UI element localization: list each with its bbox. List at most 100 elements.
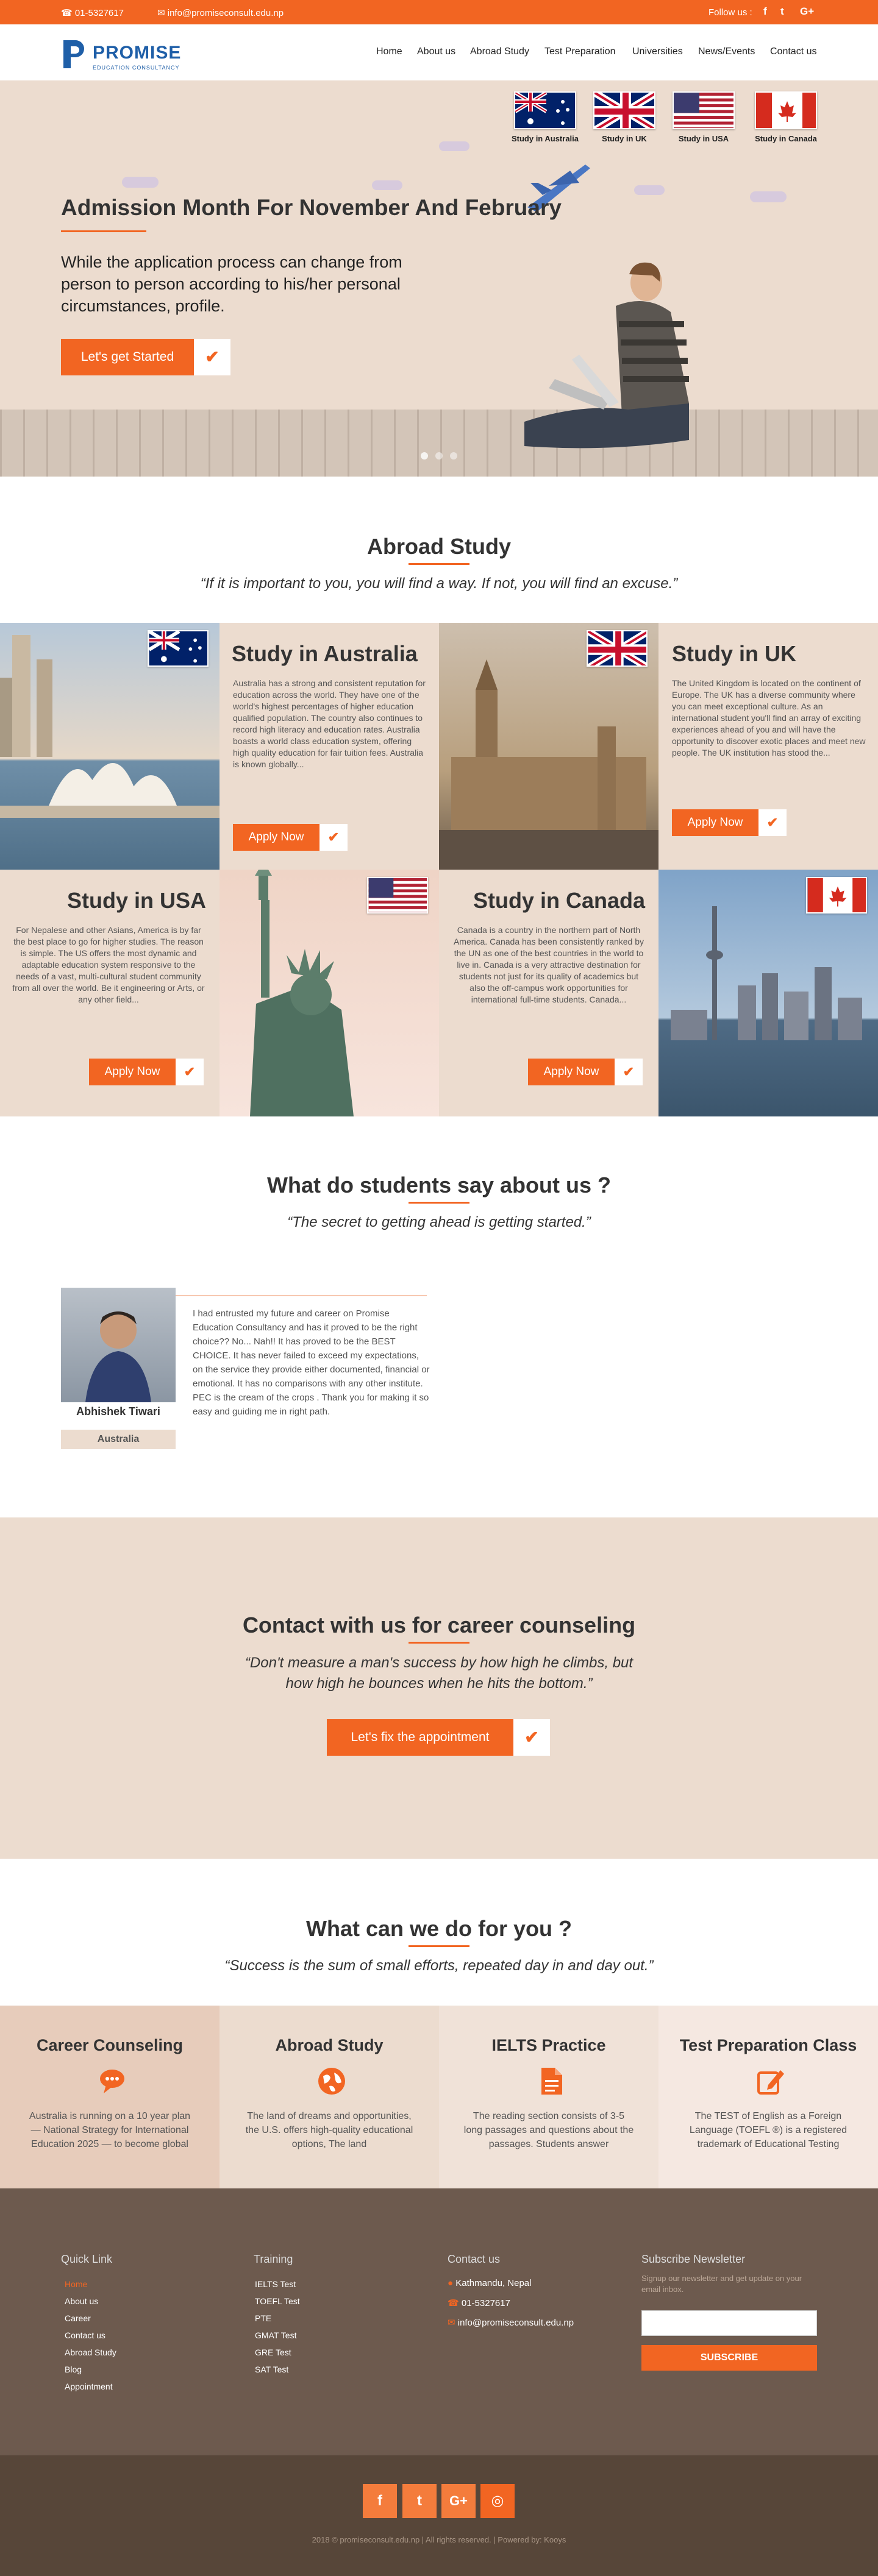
cloud-decoration [634,185,665,195]
service-career-counseling[interactable]: Career Counseling Australia is running o… [0,2006,220,2188]
footer-training-title: Training [254,2253,293,2265]
service-title: Abroad Study [275,2036,384,2054]
phone-icon: ☎ [61,8,75,18]
australia-image [0,623,220,870]
footer-link-contact[interactable]: Contact us [65,2330,105,2340]
uk-flag-icon [587,630,648,667]
footer-link-toefl[interactable]: TOEFL Test [255,2296,300,2306]
title-underline [409,1945,469,1947]
location-icon: ● [448,2278,456,2288]
apply-now-uk-button[interactable]: Apply Now [672,809,758,836]
flag-caption-australia[interactable]: Study in Australia [502,134,588,143]
nav-test-preparation[interactable]: Test Preparation [544,46,616,57]
apply-now-canada-button[interactable]: Apply Now [528,1059,615,1085]
nav-contact[interactable]: Contact us [770,46,816,57]
apply-now-australia-button[interactable]: Apply Now [233,824,319,851]
services-title: What can we do for you ? [305,1916,572,1941]
nav-news-events[interactable]: News/Events [698,46,755,57]
footer-link-ielts[interactable]: IELTS Test [255,2279,296,2289]
australia-flag-icon [148,630,209,667]
check-icon[interactable]: ✔ [758,809,787,836]
footer-contact-title: Contact us [448,2253,501,2265]
googleplus-icon[interactable]: G+ [800,5,814,18]
title-underline [409,1642,469,1644]
slider-dot[interactable] [435,452,443,459]
get-started-button[interactable]: Let's get Started [61,339,194,375]
footer-link-appointment[interactable]: Appointment [65,2382,113,2391]
footer-link-career[interactable]: Career [65,2313,91,2323]
fix-appointment-button[interactable]: Let's fix the appointment [327,1719,513,1756]
canada-flag-icon[interactable] [755,91,817,129]
slider-dot[interactable] [421,452,428,459]
footer-googleplus-icon[interactable]: G+ [441,2484,476,2518]
student-with-laptop-image [524,262,689,449]
footer-link-gmat[interactable]: GMAT Test [255,2330,296,2340]
check-icon[interactable]: ✔ [176,1059,204,1085]
hero-title: Admission Month For November And Februar… [61,195,562,220]
title-underline [409,563,469,565]
footer-newsletter-text: Signup our newsletter and get update on … [641,2274,802,2294]
footer-link-home[interactable]: Home [65,2279,87,2289]
abroad-study-quote: “If it is important to you, you will fin… [200,575,678,592]
cloud-decoration [439,141,469,151]
footer-bottom [0,2455,878,2576]
testimonials-quote: “The secret to getting ahead is getting … [287,1214,591,1230]
footer-link-blog[interactable]: Blog [65,2365,82,2374]
footer-instagram-icon[interactable]: ◎ [480,2484,515,2518]
service-text: Australia is running on a 10 year plan —… [29,2111,191,2149]
twitter-icon[interactable]: t [780,5,784,18]
footer-link-pte[interactable]: PTE [255,2313,271,2323]
facebook-icon[interactable]: f [763,5,767,18]
canada-card-title: Study in Canada [473,888,645,913]
check-icon[interactable]: ✔ [319,824,348,851]
footer-link-sat[interactable]: SAT Test [255,2365,288,2374]
testimonials-title: What do students say about us ? [266,1173,612,1198]
globe-icon [318,2068,345,2095]
footer-email[interactable]: ✉ info@promiseconsult.edu.np [448,2317,574,2328]
service-abroad-study[interactable]: Abroad Study The land of dreams and oppo… [220,2006,439,2188]
service-ielts-practice[interactable]: IELTS Practice The reading section consi… [439,2006,659,2188]
service-test-preparation[interactable]: Test Preparation Class The TEST of Engli… [659,2006,878,2188]
student-avatar [61,1288,176,1402]
phone-contact[interactable]: ☎ 01-5327617 [61,7,124,18]
uk-image [439,623,659,870]
apply-now-usa-button[interactable]: Apply Now [89,1059,176,1085]
flag-caption-uk[interactable]: Study in UK [582,134,667,143]
testimonial-text: I had entrusted my future and career on … [193,1308,430,1417]
student-photo-image [85,1311,151,1402]
footer-newsletter-title: Subscribe Newsletter [641,2253,746,2265]
footer-phone[interactable]: ☎ 01-5327617 [448,2297,510,2308]
usa-card-text: For Nepalese and other Asians, America i… [12,925,205,1004]
nav-home[interactable]: Home [376,46,402,57]
footer-link-abroad-study[interactable]: Abroad Study [65,2347,116,2357]
nav-about[interactable]: About us [417,46,455,57]
check-icon[interactable]: ✔ [513,1719,550,1756]
footer-address: ● Kathmandu, Nepal [448,2278,532,2288]
mail-icon: ✉ [157,8,168,18]
check-icon[interactable]: ✔ [194,339,230,375]
uk-flag-icon[interactable] [593,91,655,129]
footer-link-about[interactable]: About us [65,2296,98,2306]
canada-card: Study in Canada Canada is a country in t… [439,870,659,1116]
footer-facebook-icon[interactable]: f [363,2484,397,2518]
newsletter-email-input[interactable] [641,2310,817,2336]
usa-flag-icon[interactable] [673,91,735,129]
document-icon [541,2068,562,2095]
australia-flag-icon[interactable] [514,91,576,129]
slider-dot[interactable] [450,452,457,459]
subscribe-button[interactable]: SUBSCRIBE [641,2345,817,2371]
email-contact[interactable]: ✉ info@promiseconsult.edu.np [157,7,284,18]
testimonial-name: Abhishek Tiwari [76,1405,160,1418]
nav-abroad-study[interactable]: Abroad Study [470,46,529,57]
footer-twitter-icon[interactable]: t [402,2484,437,2518]
footer-link-gre[interactable]: GRE Test [255,2347,291,2357]
service-text: The TEST of English as a Foreign Languag… [689,2111,848,2149]
service-title: IELTS Practice [491,2036,606,2054]
logo[interactable]: PROMISE EDUCATION CONSULTANCY [61,38,183,71]
check-icon[interactable]: ✔ [615,1059,643,1085]
nav-universities[interactable]: Universities [632,46,683,57]
flag-caption-usa[interactable]: Study in USA [661,134,746,143]
testimonial-country: Australia [61,1430,176,1449]
flag-caption-canada[interactable]: Study in Canada [743,134,829,143]
testimonial-divider [176,1295,427,1296]
